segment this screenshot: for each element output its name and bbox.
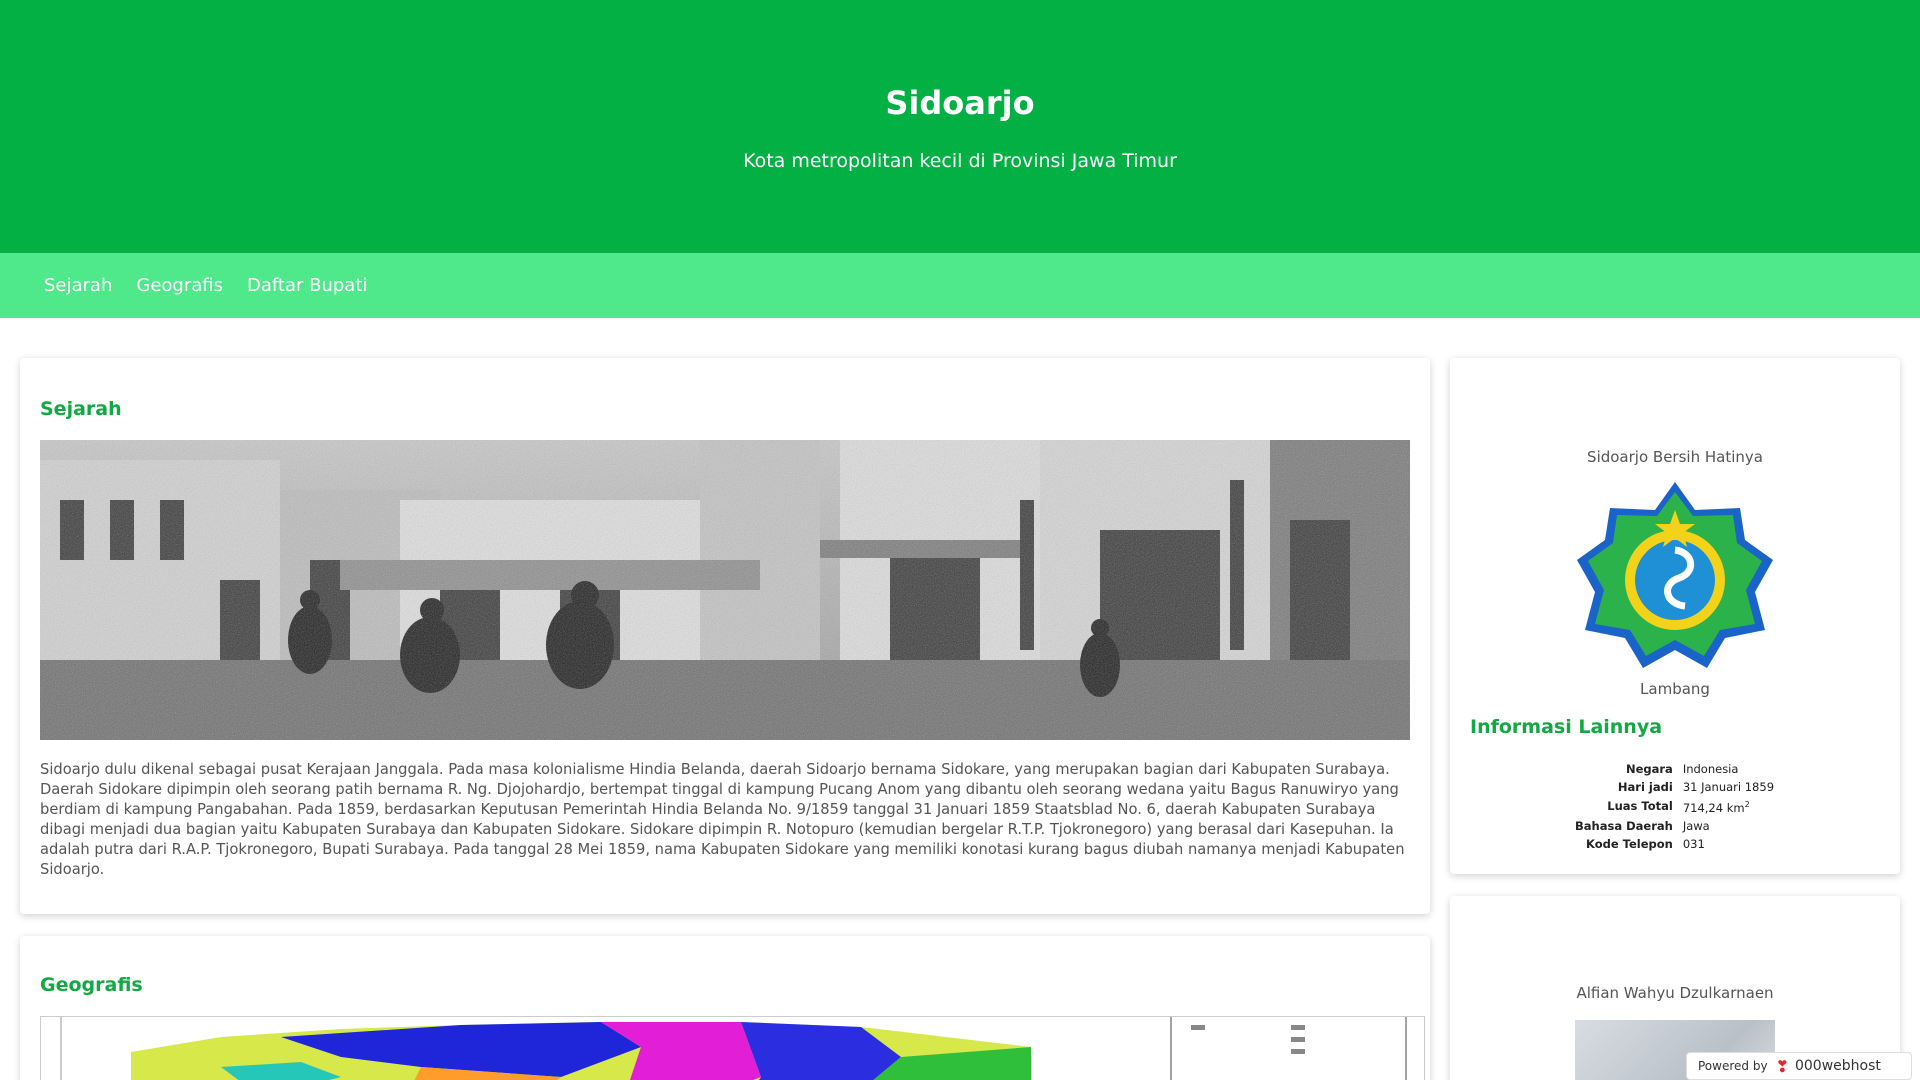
info-value-sup: 2 (1744, 800, 1750, 809)
nav-item-sejarah[interactable]: Sejarah (44, 275, 112, 296)
sejarah-title: Sejarah (40, 398, 122, 420)
info-value: Indonesia (1682, 762, 1739, 776)
info-key: Bahasa Daerah (1575, 818, 1673, 833)
powered-by-badge[interactable]: Powered by ❣ 000webhost (1686, 1052, 1912, 1080)
main-nav: Sejarah Geografis Daftar Bupati (0, 253, 1920, 318)
site-title: Sidoarjo (885, 84, 1035, 122)
info-key: Hari jadi (1617, 780, 1673, 794)
info-row: Luas Total 714,24 km2 (1570, 796, 1779, 817)
geografis-card: Geografis (20, 936, 1430, 1080)
webhost-logo-icon: ❣ (1775, 1056, 1789, 1076)
info-row: Kode Telepon 031 (1570, 835, 1779, 853)
lambang-emblem (1575, 480, 1775, 670)
nav-item-geografis[interactable]: Geografis (136, 275, 223, 296)
info-value: 031 (1682, 836, 1705, 851)
history-photo (40, 440, 1410, 740)
info-value: 714,24 km (1682, 800, 1745, 815)
site-subtitle: Kota metropolitan kecil di Provinsi Jawa… (743, 150, 1177, 172)
info-value: 31 Januari 1859 (1682, 780, 1775, 794)
geography-map (40, 1016, 1425, 1080)
motto-text: Sidoarjo Bersih Hatinya (1587, 448, 1763, 466)
info-value: Jawa (1682, 818, 1710, 833)
info-row: Negara Indonesia (1570, 760, 1779, 778)
info-key: Kode Telepon (1585, 836, 1673, 851)
info-key: Negara (1625, 762, 1673, 776)
sejarah-card: Sejarah Sidoarjo dulu dikenal sebagai pu… (20, 358, 1430, 914)
geografis-title: Geografis (40, 974, 143, 996)
nav-item-daftar-bupati[interactable]: Daftar Bupati (247, 275, 367, 296)
info-title: Informasi Lainnya (1470, 716, 1663, 738)
info-table: Negara Indonesia Hari jadi 31 Januari 1859… (1570, 760, 1779, 853)
info-row: Bahasa Daerah Jawa (1570, 817, 1779, 835)
lambang-caption: Lambang (1640, 680, 1710, 698)
sejarah-text: Sidoarjo dulu dikenal sebagai pusat Kera… (40, 761, 1405, 878)
info-row: Hari jadi 31 Januari 1859 (1570, 778, 1779, 796)
webhost-brand: 000webhost (1794, 1058, 1881, 1074)
info-card: Sidoarjo Bersih Hatinya Lambang Informas… (1450, 358, 1900, 874)
author-name: Alfian Wahyu Dzulkarnaen (1576, 984, 1774, 1002)
powered-by-label: Powered by (1698, 1059, 1768, 1073)
info-key: Luas Total (1607, 799, 1673, 814)
site-header: Sidoarjo Kota metropolitan kecil di Prov… (0, 0, 1920, 253)
